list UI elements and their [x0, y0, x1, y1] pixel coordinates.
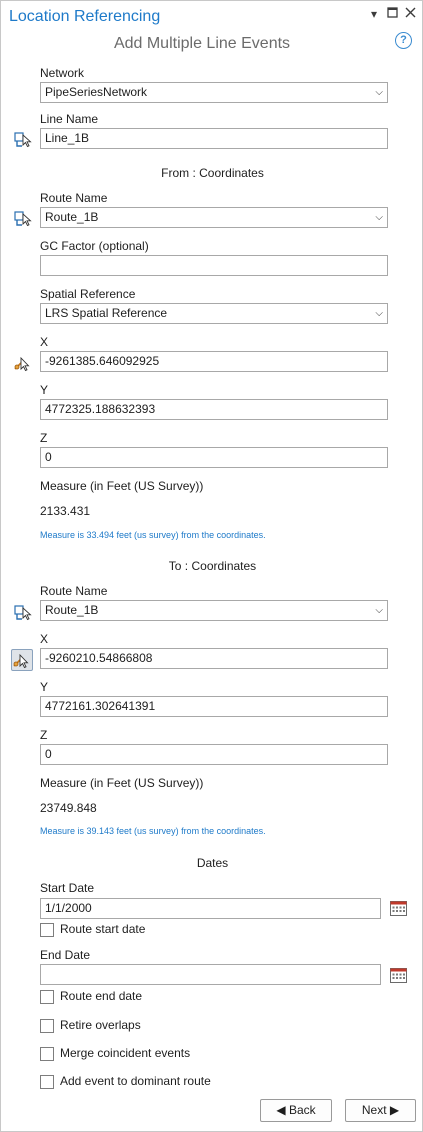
spatial-reference-select[interactable]: LRS Spatial Reference ⌵: [40, 303, 388, 324]
to-measure-note: Measure is 39.143 feet (us survey) from …: [40, 826, 266, 836]
merge-coincident-events-label: Merge coincident events: [60, 1046, 191, 1060]
start-date-input[interactable]: 1/1/2000: [40, 898, 381, 919]
route-start-date-label: Route start date: [60, 922, 146, 936]
network-value: PipeSeriesNetwork: [45, 85, 148, 99]
end-date-input[interactable]: [40, 964, 381, 985]
retire-overlaps-label: Retire overlaps: [60, 1018, 141, 1032]
spatial-reference-label: Spatial Reference: [40, 287, 136, 301]
from-y-label: Y: [40, 383, 49, 397]
to-route-name-label: Route Name: [40, 584, 108, 598]
route-pick-icon[interactable]: [13, 602, 33, 622]
to-z-label: Z: [40, 728, 48, 742]
tool-title: Add Multiple Line Events: [113, 35, 291, 52]
from-measure-note: Measure is 33.494 feet (us survey) from …: [40, 530, 266, 540]
from-measure-label: Measure (in Feet (US Survey)): [40, 479, 204, 493]
location-referencing-pane: Location Referencing ▾ Add Multiple Line…: [0, 0, 423, 1132]
spatial-reference-value: LRS Spatial Reference: [45, 306, 168, 320]
merge-coincident-events-checkbox[interactable]: [40, 1047, 54, 1061]
to-route-name-value: Route_1B: [45, 603, 99, 617]
from-y-input[interactable]: 4772325.188632393: [40, 399, 388, 420]
to-z-value: 0: [45, 747, 52, 761]
network-select[interactable]: PipeSeriesNetwork ⌵: [40, 82, 388, 103]
to-measure-value: 23749.848: [40, 801, 97, 815]
route-end-date-checkbox[interactable]: [40, 990, 54, 1004]
to-z-input[interactable]: 0: [40, 744, 388, 765]
start-date-value: 1/1/2000: [45, 901, 92, 915]
from-z-value: 0: [45, 450, 52, 464]
pane-title: Location Referencing: [9, 8, 161, 25]
route-pick-icon[interactable]: [13, 129, 33, 149]
from-route-name-value: Route_1B: [45, 210, 99, 224]
calendar-icon[interactable]: [390, 900, 407, 916]
route-start-date-checkbox[interactable]: [40, 923, 54, 937]
to-y-label: Y: [40, 680, 49, 694]
to-y-input[interactable]: 4772161.302641391: [40, 696, 388, 717]
back-button[interactable]: ◀ Back: [260, 1099, 332, 1122]
to-coordinates-heading: To : Coordinates: [168, 559, 257, 573]
calendar-icon[interactable]: [390, 967, 407, 983]
maximize-icon[interactable]: [385, 7, 399, 21]
gc-factor-label: GC Factor (optional): [40, 239, 149, 253]
from-y-value: 4772325.188632393: [45, 402, 156, 416]
from-coordinates-heading: From : Coordinates: [161, 166, 264, 180]
point-pick-icon[interactable]: [13, 353, 33, 373]
add-to-dominant-route-checkbox[interactable]: [40, 1075, 54, 1089]
to-route-name-select[interactable]: Route_1B ⌵: [40, 600, 388, 621]
from-measure-value: 2133.431: [40, 504, 91, 518]
from-z-label: Z: [40, 431, 48, 445]
add-to-dominant-route-label: Add event to dominant route: [60, 1074, 211, 1088]
dates-heading: Dates: [196, 856, 229, 870]
end-date-label: End Date: [40, 948, 91, 962]
line-name-input[interactable]: Line_1B: [40, 128, 388, 149]
next-button[interactable]: Next ▶: [345, 1099, 416, 1122]
retire-overlaps-checkbox[interactable]: [40, 1019, 54, 1033]
line-name-value: Line_1B: [45, 131, 90, 145]
from-x-value: -9261385.646092925: [45, 354, 160, 368]
to-x-label: X: [40, 632, 49, 646]
start-date-label: Start Date: [40, 881, 95, 895]
from-z-input[interactable]: 0: [40, 447, 388, 468]
chevron-down-icon: ⌵: [375, 605, 383, 616]
point-pick-icon[interactable]: [11, 649, 33, 671]
chevron-down-icon: ⌵: [375, 212, 383, 223]
network-label: Network: [40, 66, 85, 80]
to-y-value: 4772161.302641391: [45, 699, 156, 713]
close-icon[interactable]: [403, 7, 417, 21]
help-icon[interactable]: ?: [395, 32, 412, 49]
to-x-input[interactable]: -9260210.54866808: [40, 648, 388, 669]
chevron-down-icon: ⌵: [375, 308, 383, 319]
from-route-name-label: Route Name: [40, 191, 108, 205]
line-name-label: Line Name: [40, 112, 99, 126]
route-end-date-label: Route end date: [60, 989, 143, 1003]
route-pick-icon[interactable]: [13, 208, 33, 228]
chevron-down-icon[interactable]: ▾: [367, 7, 381, 21]
from-x-label: X: [40, 335, 49, 349]
to-measure-label: Measure (in Feet (US Survey)): [40, 776, 204, 790]
from-route-name-select[interactable]: Route_1B ⌵: [40, 207, 388, 228]
chevron-down-icon: ⌵: [375, 87, 383, 98]
to-x-value: -9260210.54866808: [45, 651, 153, 665]
from-x-input[interactable]: -9261385.646092925: [40, 351, 388, 372]
gc-factor-input[interactable]: [40, 255, 388, 276]
